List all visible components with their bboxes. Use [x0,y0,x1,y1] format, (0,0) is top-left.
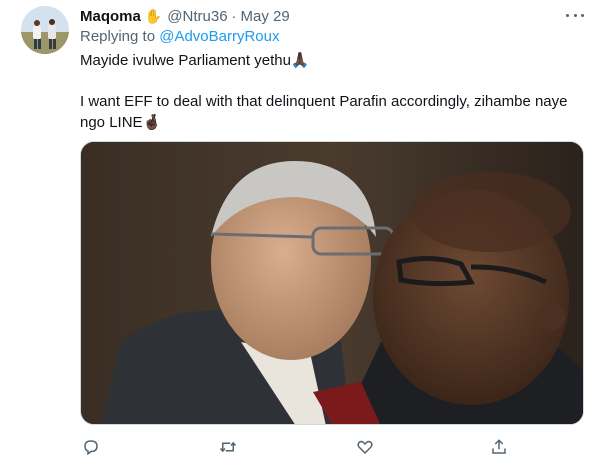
replying-prefix: Replying to [80,28,156,45]
dot [581,13,584,17]
dot [566,13,569,17]
tweet-header: Maqoma ✋ @Ntru36 · May 29 [80,6,290,26]
retweet-icon[interactable] [217,436,239,458]
share-icon[interactable] [488,436,510,458]
tweet-text-line-1: Mayide ivulwe Parliament yethu🙏🏿 [80,52,310,69]
author-name[interactable]: Maqoma [80,8,141,25]
dot [573,13,577,17]
author-emoji: ✋ [144,7,163,24]
tweet-text-line-2: I want EFF to deal with that delinquent … [80,93,568,110]
more-options-icon[interactable] [566,8,584,22]
tweet-actions [80,436,584,458]
replying-to-line: Replying to @AdvoBarryRoux [80,28,280,45]
reply-icon[interactable] [80,436,102,458]
tweet-photo[interactable] [80,141,584,425]
heart-icon[interactable] [354,436,376,458]
tweet-text-line-3: ngo LINE🤞🏿 [80,114,162,131]
separator-dot: · [231,7,237,25]
replying-to-link[interactable]: @AdvoBarryRoux [159,28,279,45]
author-handle[interactable]: @Ntru36 [167,8,227,25]
avatar[interactable] [21,6,69,54]
tweet-date[interactable]: May 29 [241,8,290,25]
tweet-card[interactable]: Maqoma ✋ @Ntru36 · May 29 Replying to @A… [0,0,600,476]
